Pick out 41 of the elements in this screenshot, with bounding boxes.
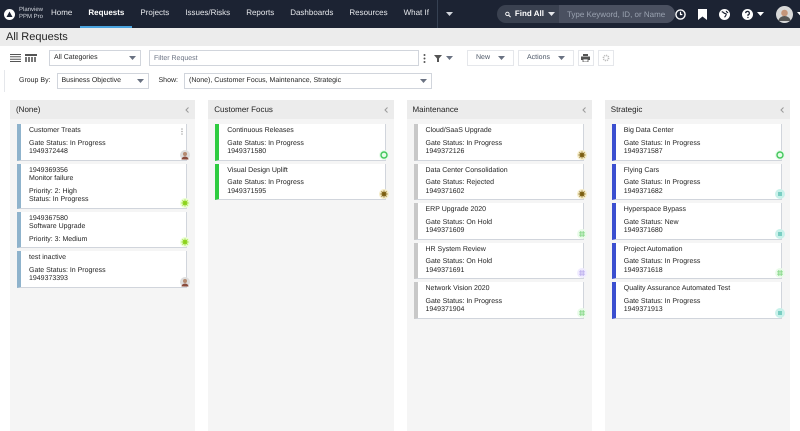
board-view-icon[interactable] <box>25 54 37 62</box>
caret-icon <box>446 56 453 60</box>
nav-tab[interactable]: Dashboards <box>282 0 342 28</box>
help-button[interactable] <box>742 8 764 20</box>
nav-tab[interactable]: Home <box>43 0 80 28</box>
column-title: (None) <box>16 104 40 116</box>
logo-icon <box>4 8 15 20</box>
nav-tab[interactable]: Reports <box>238 0 282 28</box>
avatar-icon <box>776 6 793 22</box>
caret-icon <box>420 79 427 83</box>
column-title: Strategic <box>610 104 642 116</box>
caret-icon <box>756 12 764 16</box>
nav-tab[interactable]: What If <box>396 0 437 28</box>
clock-icon[interactable] <box>674 8 686 20</box>
chevron-left-icon <box>185 106 190 112</box>
caret-icon <box>446 12 453 16</box>
search-field[interactable]: Type Keyword, ID, or Name <box>558 5 675 23</box>
filter-icon <box>434 54 442 62</box>
caret-icon <box>498 56 506 60</box>
caret-icon <box>548 12 555 16</box>
bookmark-icon[interactable] <box>698 8 707 20</box>
more-options-icon[interactable] <box>423 54 426 62</box>
column-title: Customer Focus <box>214 104 273 116</box>
nav-tab[interactable]: Issues/Risks <box>177 0 238 28</box>
nav-tab[interactable]: Resources <box>341 0 396 28</box>
chevron-left-icon <box>582 106 586 112</box>
printer-icon <box>581 54 590 62</box>
user-menu-button[interactable] <box>776 6 800 22</box>
chevron-left-icon <box>384 106 388 112</box>
chevron-left-icon <box>780 106 784 112</box>
search-scope-button[interactable]: Find All <box>496 5 559 23</box>
list-view-icon[interactable] <box>10 54 21 62</box>
caret-icon <box>129 56 136 60</box>
help-icon <box>742 8 753 20</box>
caret-icon <box>136 79 144 83</box>
caret-icon <box>558 56 565 60</box>
column-title: Maintenance <box>412 104 458 116</box>
nav-tab[interactable]: Projects <box>132 0 178 28</box>
page-title: All Requests <box>6 30 68 45</box>
search-icon <box>504 10 511 18</box>
print-button[interactable] <box>578 50 594 66</box>
